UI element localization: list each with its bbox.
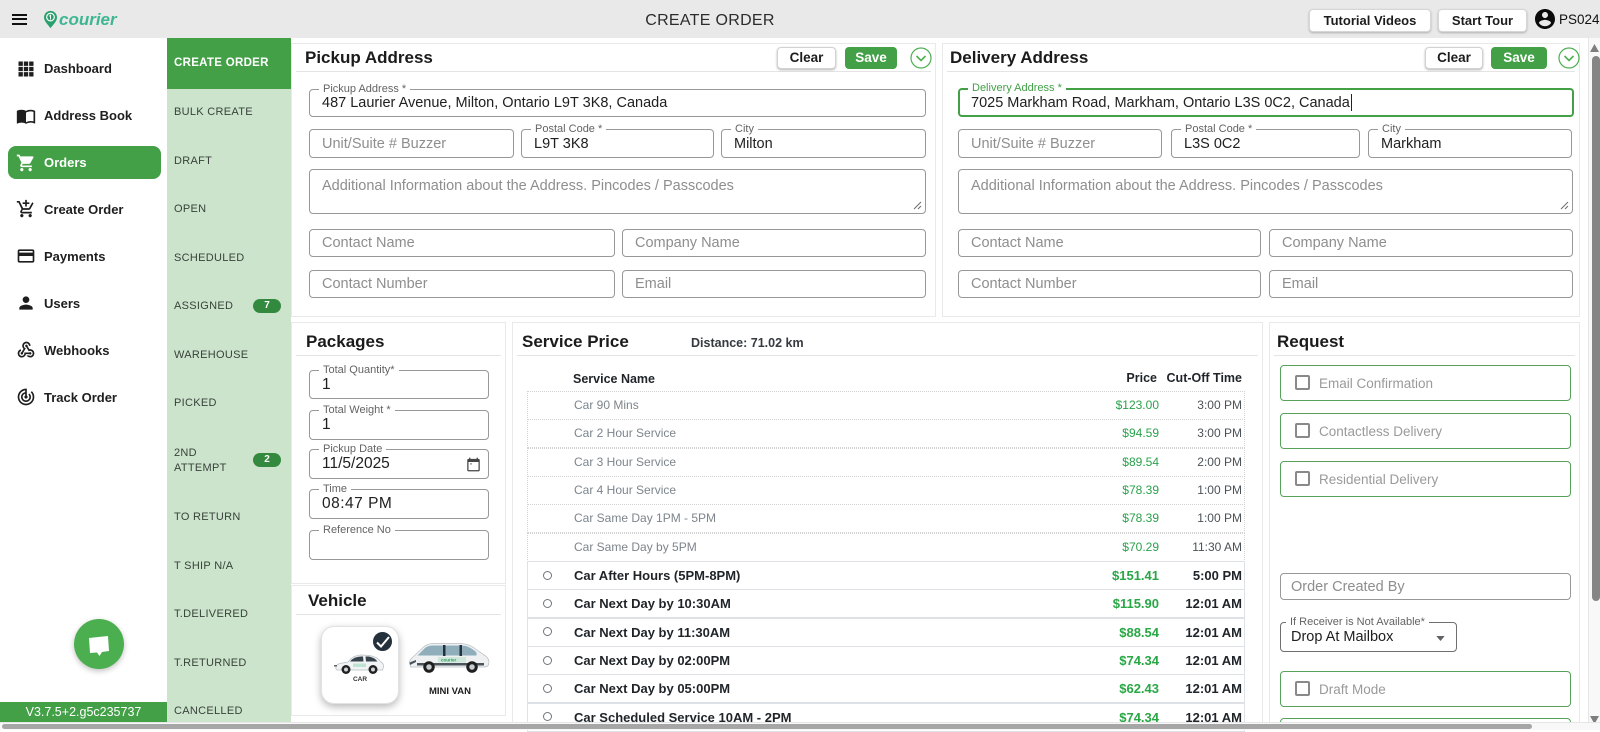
svg-text:courier: courier xyxy=(441,658,457,663)
